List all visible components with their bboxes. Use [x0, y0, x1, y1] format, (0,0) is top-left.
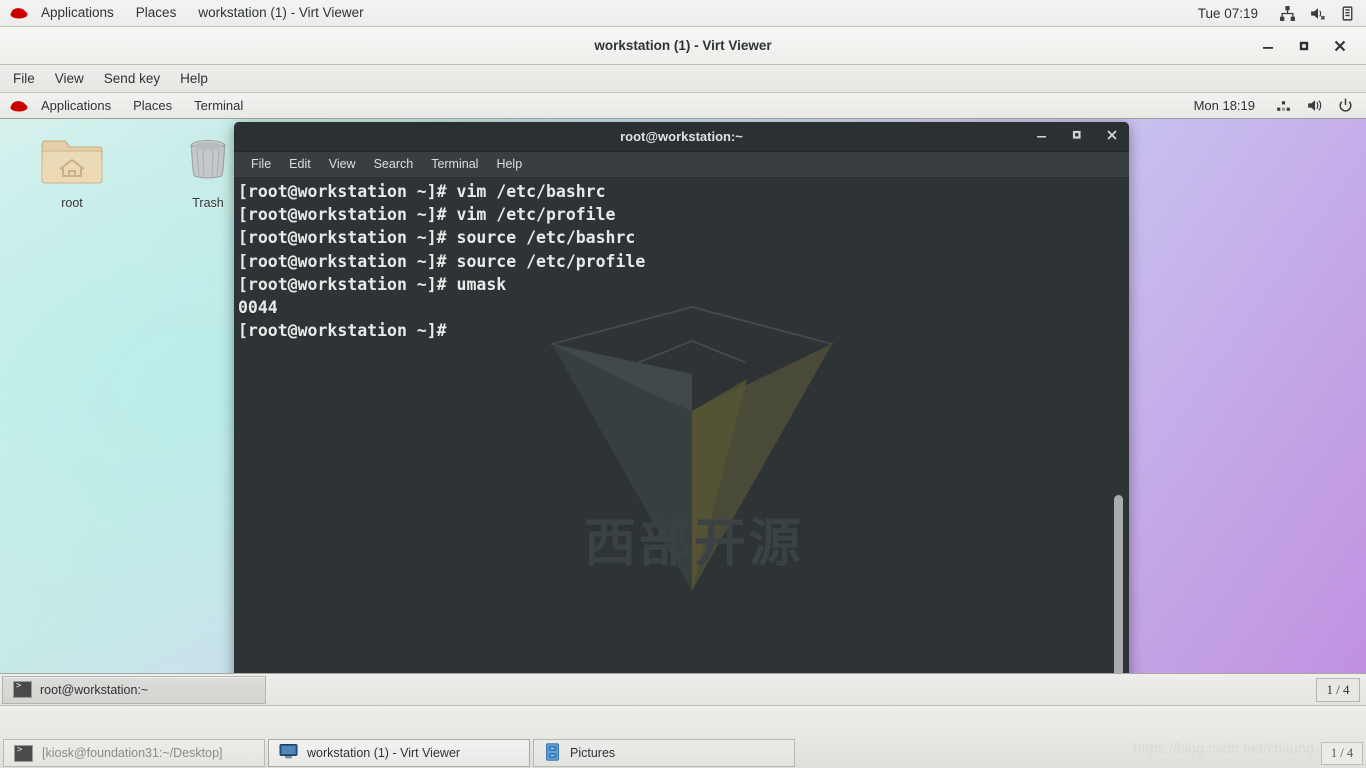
guest-tray-area: Mon 18:19: [1194, 97, 1366, 114]
trash-icon: [175, 131, 241, 187]
guest-taskbar: root@workstation:~ 1 / 4: [0, 673, 1366, 705]
guest-desktop: Applications Places Terminal Mon 18:19 r…: [0, 93, 1366, 705]
volume-icon[interactable]: [1306, 97, 1323, 114]
virt-viewer-menubar: File View Send key Help: [0, 65, 1366, 93]
guest-task-terminal[interactable]: root@workstation:~: [2, 676, 266, 704]
terminal-menu-terminal[interactable]: Terminal: [422, 152, 487, 177]
host-workspace-switcher[interactable]: 1 / 4: [1321, 742, 1363, 765]
terminal-menu-edit[interactable]: Edit: [280, 152, 320, 177]
page-watermark-url: https://blog.csdn.net/chitung: [1133, 741, 1314, 757]
home-folder-icon: [39, 131, 105, 187]
network-icon[interactable]: [1275, 97, 1292, 114]
terminal-menu-help[interactable]: Help: [487, 152, 531, 177]
terminal-window: root@workstation:~ File Edit View Search…: [234, 122, 1129, 690]
terminal-menubar: File Edit View Search Terminal Help: [234, 152, 1129, 178]
battery-icon[interactable]: [1339, 5, 1356, 22]
network-icon[interactable]: [1279, 5, 1296, 22]
guest-top-panel: Applications Places Terminal Mon 18:19: [0, 93, 1366, 119]
close-icon[interactable]: [1332, 38, 1348, 54]
redhat-logo-icon[interactable]: [8, 5, 30, 21]
guest-workspace-switcher[interactable]: 1 / 4: [1316, 678, 1360, 702]
terminal-titlebar[interactable]: root@workstation:~: [234, 122, 1129, 152]
desktop-icon-label: root: [28, 196, 116, 210]
volume-muted-icon[interactable]: [1309, 5, 1326, 22]
terminal-window-controls: [1035, 122, 1119, 152]
terminal-menu-file[interactable]: File: [242, 152, 280, 177]
desktop-icon-root[interactable]: root: [28, 131, 116, 210]
vv-menu-view[interactable]: View: [45, 65, 94, 92]
vv-menu-send-key[interactable]: Send key: [94, 65, 170, 92]
guest-menu-terminal[interactable]: Terminal: [183, 93, 254, 118]
maximize-icon[interactable]: [1296, 38, 1312, 54]
terminal-icon: [14, 745, 33, 762]
host-task-label: [kiosk@foundation31:~/Desktop]: [42, 746, 223, 760]
host-task-virt-viewer[interactable]: workstation (1) - Virt Viewer: [268, 739, 530, 767]
guest-clock[interactable]: Mon 18:19: [1194, 98, 1255, 113]
host-task-pictures[interactable]: Pictures: [533, 739, 795, 767]
terminal-menu-search[interactable]: Search: [365, 152, 423, 177]
host-tray-area: Tue 07:19: [1198, 5, 1366, 22]
display-icon: [279, 743, 298, 763]
host-menu-places[interactable]: Places: [125, 0, 188, 26]
guest-task-label: root@workstation:~: [40, 683, 148, 697]
minimize-icon[interactable]: [1035, 128, 1049, 147]
terminal-text: [root@workstation ~]# vim /etc/bashrc [r…: [238, 180, 1099, 342]
host-menu-applications[interactable]: Applications: [30, 0, 125, 26]
redhat-logo-icon[interactable]: [8, 98, 30, 114]
power-icon[interactable]: [1337, 97, 1354, 114]
host-task-label: workstation (1) - Virt Viewer: [307, 746, 460, 760]
watermark-text: 西部开源: [534, 501, 854, 576]
host-task-kiosk-terminal[interactable]: [kiosk@foundation31:~/Desktop]: [3, 739, 265, 767]
terminal-menu-view[interactable]: View: [320, 152, 365, 177]
guest-menu-places[interactable]: Places: [122, 93, 183, 118]
virt-viewer-title: workstation (1) - Virt Viewer: [594, 38, 771, 53]
close-icon[interactable]: [1105, 128, 1119, 147]
watermark-logo-icon: [532, 299, 852, 599]
minimize-icon[interactable]: [1260, 38, 1276, 54]
host-top-panel: Applications Places workstation (1) - Vi…: [0, 0, 1366, 27]
terminal-title: root@workstation:~: [620, 129, 743, 144]
terminal-scrollbar[interactable]: [1114, 495, 1123, 690]
maximize-icon[interactable]: [1070, 128, 1084, 147]
folder-icon: [544, 743, 561, 764]
terminal-icon: [13, 681, 32, 698]
terminal-output-area[interactable]: 西部开源 [root@workstation ~]# vim /etc/bash…: [234, 179, 1129, 690]
vv-menu-file[interactable]: File: [3, 65, 45, 92]
virt-viewer-window-controls: [1260, 27, 1360, 65]
host-task-label: Pictures: [570, 746, 615, 760]
virt-viewer-titlebar: workstation (1) - Virt Viewer: [0, 27, 1366, 65]
host-window-title[interactable]: workstation (1) - Virt Viewer: [187, 0, 374, 26]
vv-menu-help[interactable]: Help: [170, 65, 218, 92]
host-clock[interactable]: Tue 07:19: [1198, 6, 1258, 21]
host-taskbar: https://blog.csdn.net/chitung [kiosk@fou…: [0, 705, 1366, 768]
guest-menu-applications[interactable]: Applications: [30, 93, 122, 118]
